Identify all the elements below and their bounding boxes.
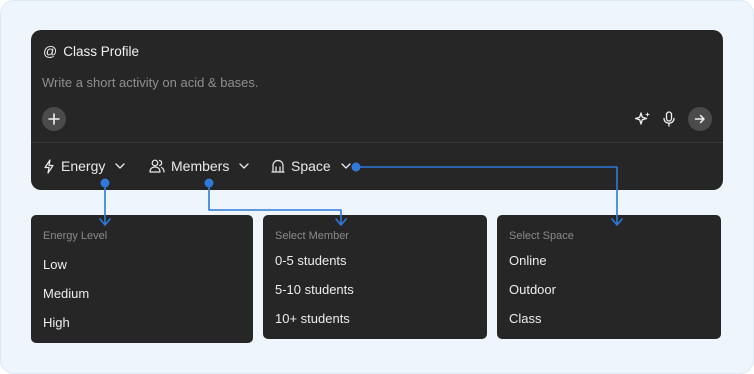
energy-option-medium[interactable]: Medium (43, 286, 89, 301)
energy-level-heading: Energy Level (43, 230, 108, 242)
members-filter-label: Members (171, 158, 230, 174)
enhance-button[interactable] (633, 109, 653, 129)
select-member-heading: Select Member (275, 230, 349, 242)
prompt-composer: @ Class Profile Write a short activity o… (31, 30, 723, 190)
space-filter[interactable]: Space (271, 156, 351, 176)
space-option-online[interactable]: Online (509, 253, 547, 268)
plus-icon (48, 113, 60, 125)
select-space-heading: Select Space (509, 230, 574, 242)
send-button[interactable] (688, 107, 712, 131)
composer-title-label: Class Profile (63, 43, 139, 59)
energy-option-high[interactable]: High (43, 315, 70, 330)
chevron-down-icon (239, 163, 250, 169)
member-option-10-plus[interactable]: 10+ students (275, 311, 350, 326)
member-option-0-5[interactable]: 0-5 students (275, 253, 347, 268)
microphone-icon (662, 111, 676, 127)
building-icon (271, 159, 285, 173)
members-filter[interactable]: Members (149, 156, 250, 176)
lightning-icon (43, 158, 55, 174)
member-option-5-10[interactable]: 5-10 students (275, 282, 354, 297)
users-icon (149, 159, 165, 173)
voice-button[interactable] (659, 109, 679, 129)
energy-filter-label: Energy (61, 158, 106, 174)
space-option-outdoor[interactable]: Outdoor (509, 282, 556, 297)
energy-option-low[interactable]: Low (43, 257, 67, 272)
add-button[interactable] (42, 107, 66, 131)
space-option-class[interactable]: Class (509, 311, 542, 326)
energy-filter[interactable]: Energy (43, 156, 126, 176)
select-member-panel: Select Member 0-5 students 5-10 students… (263, 215, 487, 339)
at-icon: @ (43, 43, 58, 59)
prompt-input[interactable] (42, 72, 642, 92)
sparkle-icon (635, 111, 651, 127)
select-space-panel: Select Space Online Outdoor Class (497, 215, 721, 339)
space-filter-label: Space (291, 158, 331, 174)
energy-level-panel: Energy Level Low Medium High (31, 215, 253, 343)
arrow-right-icon (694, 113, 706, 125)
composer-divider (31, 142, 723, 143)
composer-title: @ Class Profile (43, 42, 139, 60)
chevron-down-icon (115, 163, 126, 169)
chevron-down-icon (341, 163, 351, 169)
